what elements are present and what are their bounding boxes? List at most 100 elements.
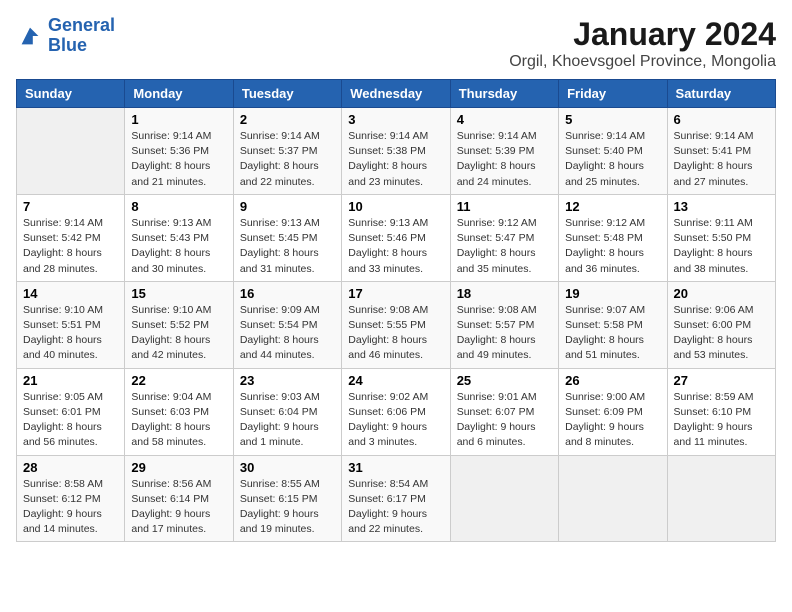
day-info: Sunrise: 9:00 AM Sunset: 6:09 PM Dayligh… — [565, 390, 660, 451]
table-row — [667, 455, 775, 542]
table-row: 25Sunrise: 9:01 AM Sunset: 6:07 PM Dayli… — [450, 368, 558, 455]
col-friday: Friday — [559, 80, 667, 108]
day-info: Sunrise: 9:11 AM Sunset: 5:50 PM Dayligh… — [674, 216, 769, 277]
calendar-week-row: 1 Sunrise: 9:14 AM Sunset: 5:36 PM Daylig… — [17, 108, 776, 195]
table-row: 18Sunrise: 9:08 AM Sunset: 5:57 PM Dayli… — [450, 281, 558, 368]
table-row: 9 Sunrise: 9:13 AM Sunset: 5:45 PM Daylig… — [233, 194, 341, 281]
day-number: 24 — [348, 373, 443, 388]
table-row: 8 Sunrise: 9:13 AM Sunset: 5:43 PM Daylig… — [125, 194, 233, 281]
day-info: Sunrise: 9:08 AM Sunset: 5:55 PM Dayligh… — [348, 303, 443, 364]
table-row: 21 Sunrise: 9:05 AM Sunset: 6:01 PM Dayli… — [17, 368, 125, 455]
day-number: 12 — [565, 199, 660, 214]
day-info: Sunrise: 9:03 AM Sunset: 6:04 PM Dayligh… — [240, 390, 335, 451]
table-row: 30Sunrise: 8:55 AM Sunset: 6:15 PM Dayli… — [233, 455, 341, 542]
day-number: 29 — [131, 460, 226, 475]
table-row — [17, 108, 125, 195]
day-number: 17 — [348, 286, 443, 301]
day-number: 5 — [565, 112, 660, 127]
table-row: 12 Sunrise: 9:12 AM Sunset: 5:48 PM Dayli… — [559, 194, 667, 281]
logo-text: General Blue — [48, 16, 115, 56]
col-monday: Monday — [125, 80, 233, 108]
day-info: Sunrise: 8:56 AM Sunset: 6:14 PM Dayligh… — [131, 477, 226, 538]
day-number: 23 — [240, 373, 335, 388]
day-number: 3 — [348, 112, 443, 127]
table-row: 5Sunrise: 9:14 AM Sunset: 5:40 PM Daylig… — [559, 108, 667, 195]
day-info: Sunrise: 9:02 AM Sunset: 6:06 PM Dayligh… — [348, 390, 443, 451]
col-sunday: Sunday — [17, 80, 125, 108]
table-row: 13 Sunrise: 9:11 AM Sunset: 5:50 PM Dayli… — [667, 194, 775, 281]
day-number: 2 — [240, 112, 335, 127]
day-number: 13 — [674, 199, 769, 214]
table-row: 10 Sunrise: 9:13 AM Sunset: 5:46 PM Dayli… — [342, 194, 450, 281]
table-row: 26 Sunrise: 9:00 AM Sunset: 6:09 PM Dayli… — [559, 368, 667, 455]
day-number: 11 — [457, 199, 552, 214]
table-row: 22 Sunrise: 9:04 AM Sunset: 6:03 PM Dayli… — [125, 368, 233, 455]
day-number: 14 — [23, 286, 118, 301]
day-number: 10 — [348, 199, 443, 214]
day-info: Sunrise: 9:01 AM Sunset: 6:07 PM Dayligh… — [457, 390, 552, 451]
logo-icon — [16, 22, 44, 50]
page-subtitle: Orgil, Khoevsgoel Province, Mongolia — [509, 53, 776, 71]
day-info: Sunrise: 9:14 AM Sunset: 5:42 PM Dayligh… — [23, 216, 118, 277]
day-number: 22 — [131, 373, 226, 388]
day-info: Sunrise: 9:12 AM Sunset: 5:48 PM Dayligh… — [565, 216, 660, 277]
table-row: 29 Sunrise: 8:56 AM Sunset: 6:14 PM Dayli… — [125, 455, 233, 542]
table-row: 20Sunrise: 9:06 AM Sunset: 6:00 PM Dayli… — [667, 281, 775, 368]
day-number: 8 — [131, 199, 226, 214]
day-info: Sunrise: 9:14 AM Sunset: 5:39 PM Dayligh… — [457, 129, 552, 190]
table-row: 24 Sunrise: 9:02 AM Sunset: 6:06 PM Dayli… — [342, 368, 450, 455]
day-number: 19 — [565, 286, 660, 301]
page-title: January 2024 — [509, 16, 776, 53]
table-row: 7 Sunrise: 9:14 AM Sunset: 5:42 PM Daylig… — [17, 194, 125, 281]
table-row: 31Sunrise: 8:54 AM Sunset: 6:17 PM Dayli… — [342, 455, 450, 542]
day-number: 4 — [457, 112, 552, 127]
day-number: 27 — [674, 373, 769, 388]
table-row: 11Sunrise: 9:12 AM Sunset: 5:47 PM Dayli… — [450, 194, 558, 281]
day-number: 28 — [23, 460, 118, 475]
logo: General Blue — [16, 16, 115, 56]
calendar-week-row: 7 Sunrise: 9:14 AM Sunset: 5:42 PM Daylig… — [17, 194, 776, 281]
table-row: 14 Sunrise: 9:10 AM Sunset: 5:51 PM Dayli… — [17, 281, 125, 368]
day-info: Sunrise: 9:07 AM Sunset: 5:58 PM Dayligh… — [565, 303, 660, 364]
title-block: January 2024 Orgil, Khoevsgoel Province,… — [509, 16, 776, 71]
day-info: Sunrise: 9:14 AM Sunset: 5:38 PM Dayligh… — [348, 129, 443, 190]
day-number: 26 — [565, 373, 660, 388]
day-number: 21 — [23, 373, 118, 388]
day-info: Sunrise: 9:06 AM Sunset: 6:00 PM Dayligh… — [674, 303, 769, 364]
day-number: 1 — [131, 112, 226, 127]
table-row: 6Sunrise: 9:14 AM Sunset: 5:41 PM Daylig… — [667, 108, 775, 195]
calendar-week-row: 21 Sunrise: 9:05 AM Sunset: 6:01 PM Dayli… — [17, 368, 776, 455]
col-thursday: Thursday — [450, 80, 558, 108]
day-info: Sunrise: 9:10 AM Sunset: 5:51 PM Dayligh… — [23, 303, 118, 364]
day-info: Sunrise: 9:10 AM Sunset: 5:52 PM Dayligh… — [131, 303, 226, 364]
col-wednesday: Wednesday — [342, 80, 450, 108]
col-tuesday: Tuesday — [233, 80, 341, 108]
day-info: Sunrise: 8:55 AM Sunset: 6:15 PM Dayligh… — [240, 477, 335, 538]
table-row: 27Sunrise: 8:59 AM Sunset: 6:10 PM Dayli… — [667, 368, 775, 455]
day-info: Sunrise: 8:58 AM Sunset: 6:12 PM Dayligh… — [23, 477, 118, 538]
day-info: Sunrise: 9:14 AM Sunset: 5:36 PM Dayligh… — [131, 129, 226, 190]
table-row: 23 Sunrise: 9:03 AM Sunset: 6:04 PM Dayli… — [233, 368, 341, 455]
day-info: Sunrise: 9:13 AM Sunset: 5:43 PM Dayligh… — [131, 216, 226, 277]
day-info: Sunrise: 9:04 AM Sunset: 6:03 PM Dayligh… — [131, 390, 226, 451]
calendar-week-row: 28 Sunrise: 8:58 AM Sunset: 6:12 PM Dayli… — [17, 455, 776, 542]
day-info: Sunrise: 9:13 AM Sunset: 5:46 PM Dayligh… — [348, 216, 443, 277]
table-row — [559, 455, 667, 542]
day-number: 6 — [674, 112, 769, 127]
day-info: Sunrise: 9:05 AM Sunset: 6:01 PM Dayligh… — [23, 390, 118, 451]
day-number: 7 — [23, 199, 118, 214]
calendar-header-row: Sunday Monday Tuesday Wednesday Thursday… — [17, 80, 776, 108]
day-info: Sunrise: 9:09 AM Sunset: 5:54 PM Dayligh… — [240, 303, 335, 364]
table-row: 16Sunrise: 9:09 AM Sunset: 5:54 PM Dayli… — [233, 281, 341, 368]
day-info: Sunrise: 9:13 AM Sunset: 5:45 PM Dayligh… — [240, 216, 335, 277]
table-row: 17 Sunrise: 9:08 AM Sunset: 5:55 PM Dayli… — [342, 281, 450, 368]
calendar-table: Sunday Monday Tuesday Wednesday Thursday… — [16, 79, 776, 542]
day-number: 15 — [131, 286, 226, 301]
table-row: 19 Sunrise: 9:07 AM Sunset: 5:58 PM Dayli… — [559, 281, 667, 368]
col-saturday: Saturday — [667, 80, 775, 108]
day-number: 31 — [348, 460, 443, 475]
day-number: 9 — [240, 199, 335, 214]
page-header: General Blue January 2024 Orgil, Khoevsg… — [16, 16, 776, 71]
table-row: 15 Sunrise: 9:10 AM Sunset: 5:52 PM Dayli… — [125, 281, 233, 368]
day-info: Sunrise: 9:08 AM Sunset: 5:57 PM Dayligh… — [457, 303, 552, 364]
